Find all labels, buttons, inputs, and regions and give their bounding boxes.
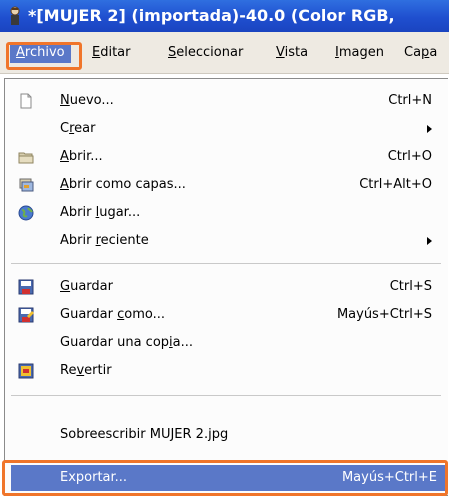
menu-item-nuevo[interactable]: Nuevo... Ctrl+N	[6, 87, 446, 115]
menu-editar[interactable]: Editar	[92, 43, 131, 63]
menu-item-label: Nuevo...	[60, 93, 114, 108]
gimp-app-icon	[10, 6, 20, 25]
menu-item-shortcut: Mayús+Ctrl+S	[336, 307, 432, 322]
menu-separator	[11, 263, 441, 264]
menu-item-abrir-como-capas[interactable]: Abrir como capas... Ctrl+Alt+O	[6, 171, 446, 199]
menu-item-label: Crear	[60, 121, 96, 136]
menu-item-abrir-lugar[interactable]: Abrir lugar...	[6, 199, 446, 227]
menu-separator	[11, 395, 441, 396]
menu-item-guardar-una-copia[interactable]: Guardar una copia...	[6, 329, 446, 357]
menu-item-label: Abrir...	[60, 149, 103, 164]
menu-item-label: Sobreescribir MUJER 2.jpg	[60, 427, 229, 442]
menu-item-guardar[interactable]: Guardar Ctrl+S	[6, 273, 446, 301]
menu-item-label: Guardar como...	[60, 307, 165, 322]
archivo-dropdown-menu: Nuevo... Ctrl+N Crear Abrir... Ctrl+O Ab…	[4, 78, 448, 496]
menu-item-label: Abrir como capas...	[60, 177, 186, 192]
menu-item-label: Abrir reciente	[60, 233, 149, 248]
menu-item-shortcut: Ctrl+S	[389, 279, 432, 294]
menu-imagen[interactable]: Imagen	[335, 43, 384, 63]
menu-item-label: Guardar una copia...	[60, 335, 194, 350]
revert-icon	[18, 363, 34, 379]
layers-icon	[19, 178, 34, 192]
globe-icon	[18, 205, 34, 221]
menu-item-shortcut: Ctrl+Alt+O	[359, 177, 432, 192]
menu-item-abrir[interactable]: Abrir... Ctrl+O	[6, 143, 446, 171]
menu-item-crear[interactable]: Crear	[6, 115, 446, 143]
submenu-arrow-icon	[427, 237, 432, 245]
window-title: *[MUJER 2] (importada)-40.0 (Color RGB,	[28, 6, 395, 25]
menu-item-sobreescribir[interactable]: Sobreescribir MUJER 2.jpg	[6, 421, 446, 449]
menu-capa[interactable]: Capa	[404, 43, 437, 63]
menu-item-abrir-reciente[interactable]: Abrir reciente	[6, 227, 446, 255]
folder-icon	[18, 152, 34, 164]
menu-vista[interactable]: Vista	[276, 43, 308, 63]
exportar-highlight-box	[2, 460, 448, 496]
archivo-highlight-box	[6, 42, 82, 70]
menu-seleccionar[interactable]: Seleccionar	[168, 43, 243, 63]
save-as-icon	[18, 307, 34, 323]
new-document-icon	[20, 93, 32, 109]
menu-item-label: Abrir lugar...	[60, 205, 141, 220]
menu-item-shortcut: Ctrl+N	[388, 93, 432, 108]
menu-item-label: Revertir	[60, 363, 112, 378]
menu-item-label: Guardar	[60, 279, 113, 294]
save-icon	[18, 279, 34, 295]
submenu-arrow-icon	[427, 125, 432, 133]
menu-item-guardar-como[interactable]: Guardar como... Mayús+Ctrl+S	[6, 301, 446, 329]
menu-item-shortcut: Ctrl+O	[387, 149, 432, 164]
window-title-bar[interactable]: *[MUJER 2] (importada)-40.0 (Color RGB,	[0, 0, 449, 32]
menu-item-revertir[interactable]: Revertir	[6, 357, 446, 385]
